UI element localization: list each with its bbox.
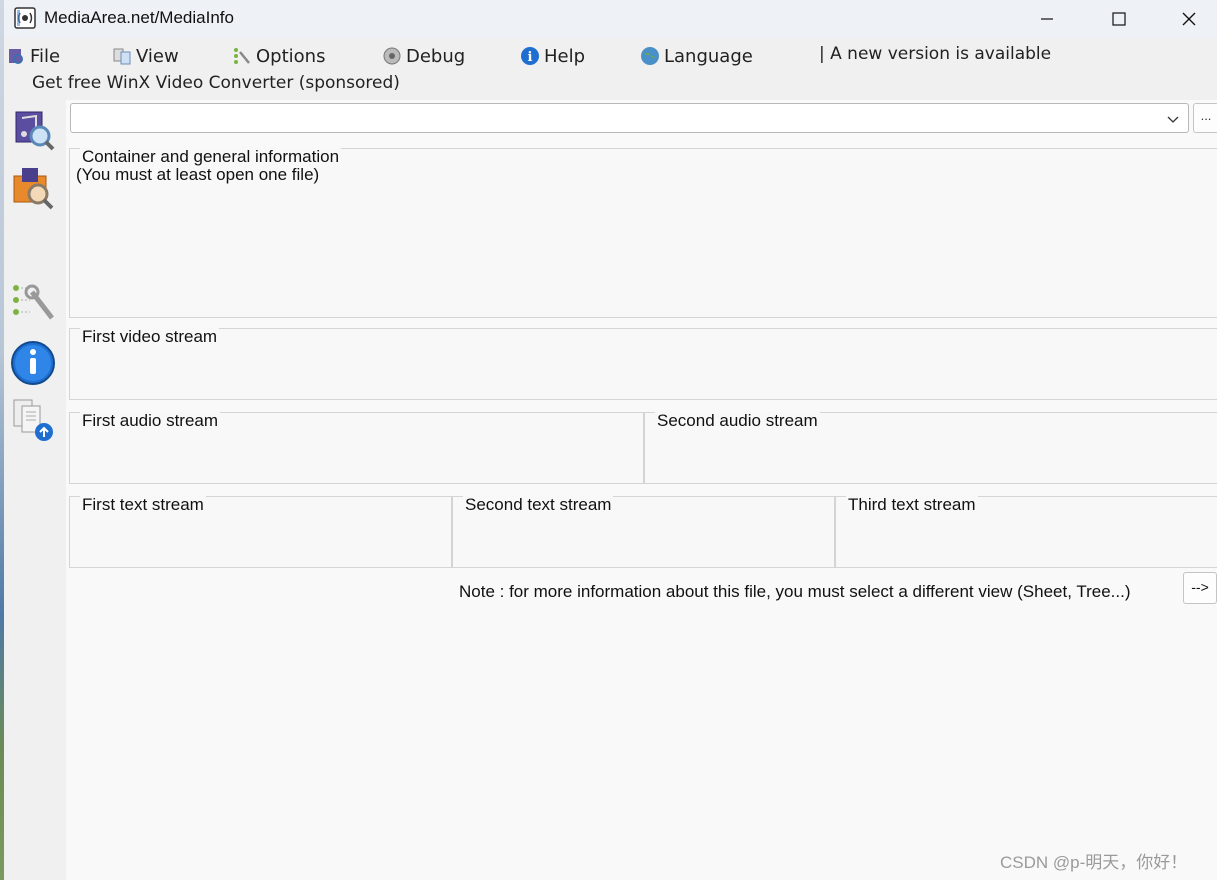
- video-stream-title: First video stream: [80, 327, 220, 347]
- text-stream-3-title: Third text stream: [846, 495, 978, 515]
- menu-debug[interactable]: Debug: [382, 42, 465, 70]
- text-stream-1-title: First text stream: [80, 495, 206, 515]
- minimize-button[interactable]: [1012, 0, 1082, 38]
- menu-debug-label: Debug: [406, 45, 466, 67]
- title-bar: MediaArea.net/MediaInfo: [4, 0, 1217, 38]
- main-panel: ... Container and general information (Y…: [66, 100, 1217, 880]
- preferences-icon: [13, 284, 54, 320]
- general-info-title: Container and general information: [80, 147, 342, 167]
- debug-icon: [382, 46, 402, 66]
- options-icon: [232, 46, 252, 66]
- menu-help-label: Help: [544, 45, 586, 67]
- watermark: CSDN @p-明天，你好！: [1000, 853, 1188, 872]
- menu-view[interactable]: View: [112, 42, 179, 70]
- info-note: Note : for more information about this f…: [459, 582, 1131, 601]
- open-folder-icon: [13, 168, 54, 210]
- text-stream-3-group: Third text stream: [835, 495, 1217, 568]
- audio-stream-2-group: Second audio stream: [644, 411, 1217, 484]
- view-icon: [112, 46, 132, 66]
- about-icon: [11, 341, 55, 385]
- export-icon: [13, 399, 53, 441]
- new-version-notice[interactable]: | A new version is available: [819, 44, 1051, 64]
- about-button[interactable]: [8, 338, 58, 388]
- language-icon: [640, 46, 660, 66]
- close-button[interactable]: [1154, 0, 1217, 38]
- menu-file[interactable]: File: [6, 42, 60, 70]
- video-stream-group: First video stream: [69, 327, 1217, 400]
- text-stream-2-group: Second text stream: [452, 495, 835, 568]
- menu-options[interactable]: Options: [232, 42, 325, 70]
- text-stream-1-group: First text stream: [69, 495, 452, 568]
- audio-stream-1-title: First audio stream: [80, 411, 221, 431]
- text-stream-2-title: Second text stream: [463, 495, 614, 515]
- audio-stream-1-group: First audio stream: [69, 411, 644, 484]
- file-icon: [6, 46, 26, 66]
- help-icon: i: [520, 46, 540, 66]
- menu-language[interactable]: Language: [640, 42, 753, 70]
- open-file-button[interactable]: [8, 104, 58, 154]
- file-selector-combobox[interactable]: [70, 103, 1189, 133]
- svg-text:i: i: [528, 50, 533, 65]
- mediainfo-app-icon: [14, 7, 36, 29]
- next-view-button[interactable]: -->: [1183, 572, 1217, 604]
- menu-options-label: Options: [256, 45, 326, 67]
- close-icon: [1182, 12, 1196, 26]
- export-button[interactable]: [8, 394, 58, 444]
- general-info-body: (You must at least open one file): [76, 165, 320, 184]
- maximize-button[interactable]: [1084, 0, 1154, 38]
- window-title: MediaArea.net/MediaInfo: [44, 8, 234, 27]
- menu-help[interactable]: i Help: [520, 42, 585, 70]
- maximize-icon: [1112, 12, 1126, 26]
- audio-stream-2-title: Second audio stream: [655, 411, 820, 431]
- preferences-button[interactable]: [8, 278, 58, 328]
- mediainfo-window: MediaArea.net/MediaInfo File View Option…: [4, 0, 1217, 880]
- menu-view-label: View: [136, 45, 179, 67]
- sponsor-link[interactable]: Get free WinX Video Converter (sponsored…: [32, 73, 400, 93]
- general-info-group: Container and general information (You m…: [69, 147, 1217, 318]
- open-file-icon: [15, 111, 55, 151]
- browse-button[interactable]: ...: [1193, 103, 1217, 133]
- menu-language-label: Language: [664, 45, 753, 67]
- menu-file-label: File: [30, 45, 61, 67]
- chevron-down-icon: [1167, 116, 1179, 123]
- open-folder-button[interactable]: [8, 162, 58, 212]
- minimize-icon: [1041, 18, 1053, 20]
